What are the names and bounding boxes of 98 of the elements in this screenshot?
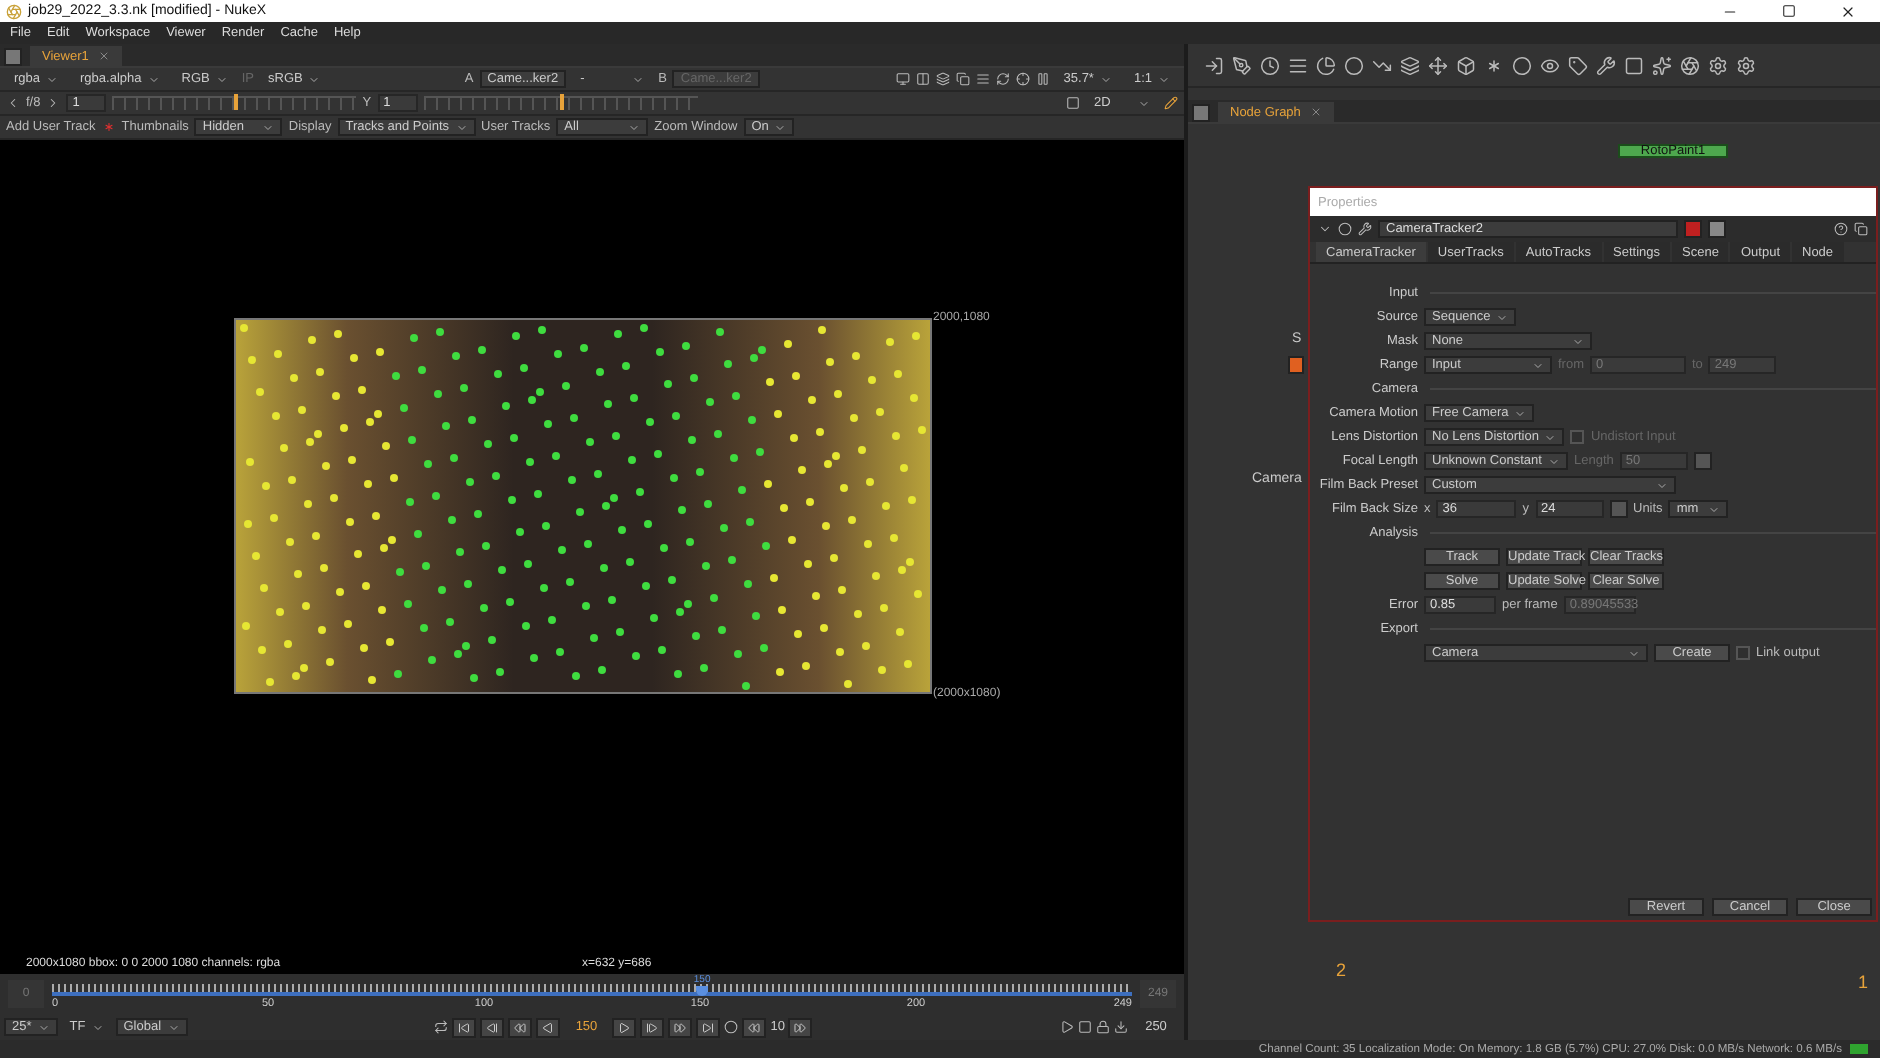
add-track-icon[interactable] [101,120,116,134]
pen-icon[interactable] [1232,55,1252,75]
app-logo-icon [6,3,22,19]
eye-icon[interactable] [1540,55,1560,75]
circle-icon[interactable] [724,1020,739,1034]
pane-menu-icon[interactable] [4,48,22,66]
pane-menu-icon[interactable] [1192,104,1210,122]
caret-icon [308,73,321,85]
rewind-icon [514,1021,527,1033]
fast-forward-icon [794,1021,807,1033]
play-icon [542,1021,555,1033]
step-button[interactable] [668,1017,693,1037]
skip-back-icon [458,1021,471,1033]
caret-icon [1099,73,1112,85]
pause-icon[interactable] [1035,72,1050,86]
maximize-icon[interactable] [1782,3,1796,17]
monitor-icon[interactable] [895,72,910,86]
roi-icon[interactable] [1066,96,1080,110]
circle-icon[interactable] [1338,222,1352,236]
play-icon [618,1021,631,1033]
caret-icon [774,121,787,133]
caret-icon [1572,335,1584,347]
node[interactable] [1288,356,1304,374]
layers-icon[interactable] [935,72,950,86]
download-icon[interactable] [1114,1020,1129,1034]
slider-handle[interactable] [560,94,565,110]
chart-icon[interactable] [1372,55,1392,75]
caret-icon [455,121,467,133]
caret-icon [91,1021,104,1033]
help-icon[interactable] [1834,222,1848,236]
refresh-icon[interactable] [995,72,1010,86]
move-icon[interactable] [1428,55,1448,75]
step-button[interactable] [742,1017,767,1037]
gear-icon[interactable] [1736,55,1756,75]
arrow-left-icon[interactable] [6,96,20,110]
cube-icon[interactable] [1456,55,1476,75]
layers-icon[interactable] [1400,55,1420,75]
lines-icon[interactable] [1288,55,1308,75]
caret-icon [37,1021,50,1033]
aperture-icon[interactable] [1680,55,1700,75]
caret-icon [1514,407,1527,419]
gain-slider[interactable] [112,96,357,110]
rewind-icon [748,1021,761,1033]
circle-icon[interactable] [1344,55,1364,75]
caret-icon [1656,479,1668,491]
step-button[interactable] [452,1017,477,1037]
tag-icon[interactable] [1568,55,1588,75]
step-button[interactable] [508,1017,533,1037]
caret-icon [262,121,275,133]
caret-icon [215,73,228,85]
asterisk-icon[interactable] [1484,55,1504,75]
step-button[interactable] [788,1017,813,1037]
play-icon[interactable] [1060,1020,1075,1034]
step-button[interactable] [696,1017,721,1037]
step-button[interactable] [640,1017,665,1037]
input-label: 1 [1858,972,1869,992]
skip-forward-icon [702,1021,715,1033]
sparkle-icon[interactable] [1652,55,1672,75]
status-indicator [1850,1044,1868,1054]
caret-icon [1532,359,1544,371]
square-icon[interactable] [1624,55,1644,75]
pie-icon[interactable] [1316,55,1336,75]
wrench-icon[interactable] [1358,222,1372,236]
play-back-button[interactable] [536,1017,561,1037]
square-icon[interactable] [1078,1020,1093,1034]
caret-icon [1708,503,1721,515]
copy-icon[interactable] [955,72,970,86]
step-button[interactable] [480,1017,505,1037]
close-icon[interactable] [1840,3,1856,19]
loop-icon[interactable] [434,1020,449,1034]
caret-icon [1628,647,1640,659]
pencil-icon[interactable] [1164,96,1178,110]
crosshair-icon[interactable] [1015,72,1030,86]
split-icon[interactable] [915,72,930,86]
caret-icon [1496,311,1509,323]
lines-icon[interactable] [975,72,990,86]
step-back-icon [486,1021,499,1033]
arrow-right-icon[interactable] [46,96,61,110]
login-icon[interactable] [1204,55,1224,75]
gamma-slider[interactable] [423,96,698,110]
slider-handle[interactable] [234,94,239,110]
circle-icon[interactable] [1512,55,1532,75]
checkbox[interactable] [1736,646,1750,660]
clock-icon[interactable] [1260,55,1280,75]
caret-icon [46,73,59,85]
caret-icon [632,73,645,85]
caret-icon [147,73,160,85]
lock-icon[interactable] [1096,1020,1111,1034]
settings-icon[interactable] [1708,55,1728,75]
collapse-icon[interactable] [1318,222,1332,236]
play-button[interactable] [612,1017,637,1037]
wrench-icon[interactable] [1596,55,1616,75]
float-icon[interactable] [1854,222,1868,236]
caret-icon [628,121,641,133]
caret-icon [167,1021,180,1033]
step-forward-icon [646,1021,659,1033]
input-label: 2 [1336,960,1347,980]
fast-forward-icon [674,1021,687,1033]
